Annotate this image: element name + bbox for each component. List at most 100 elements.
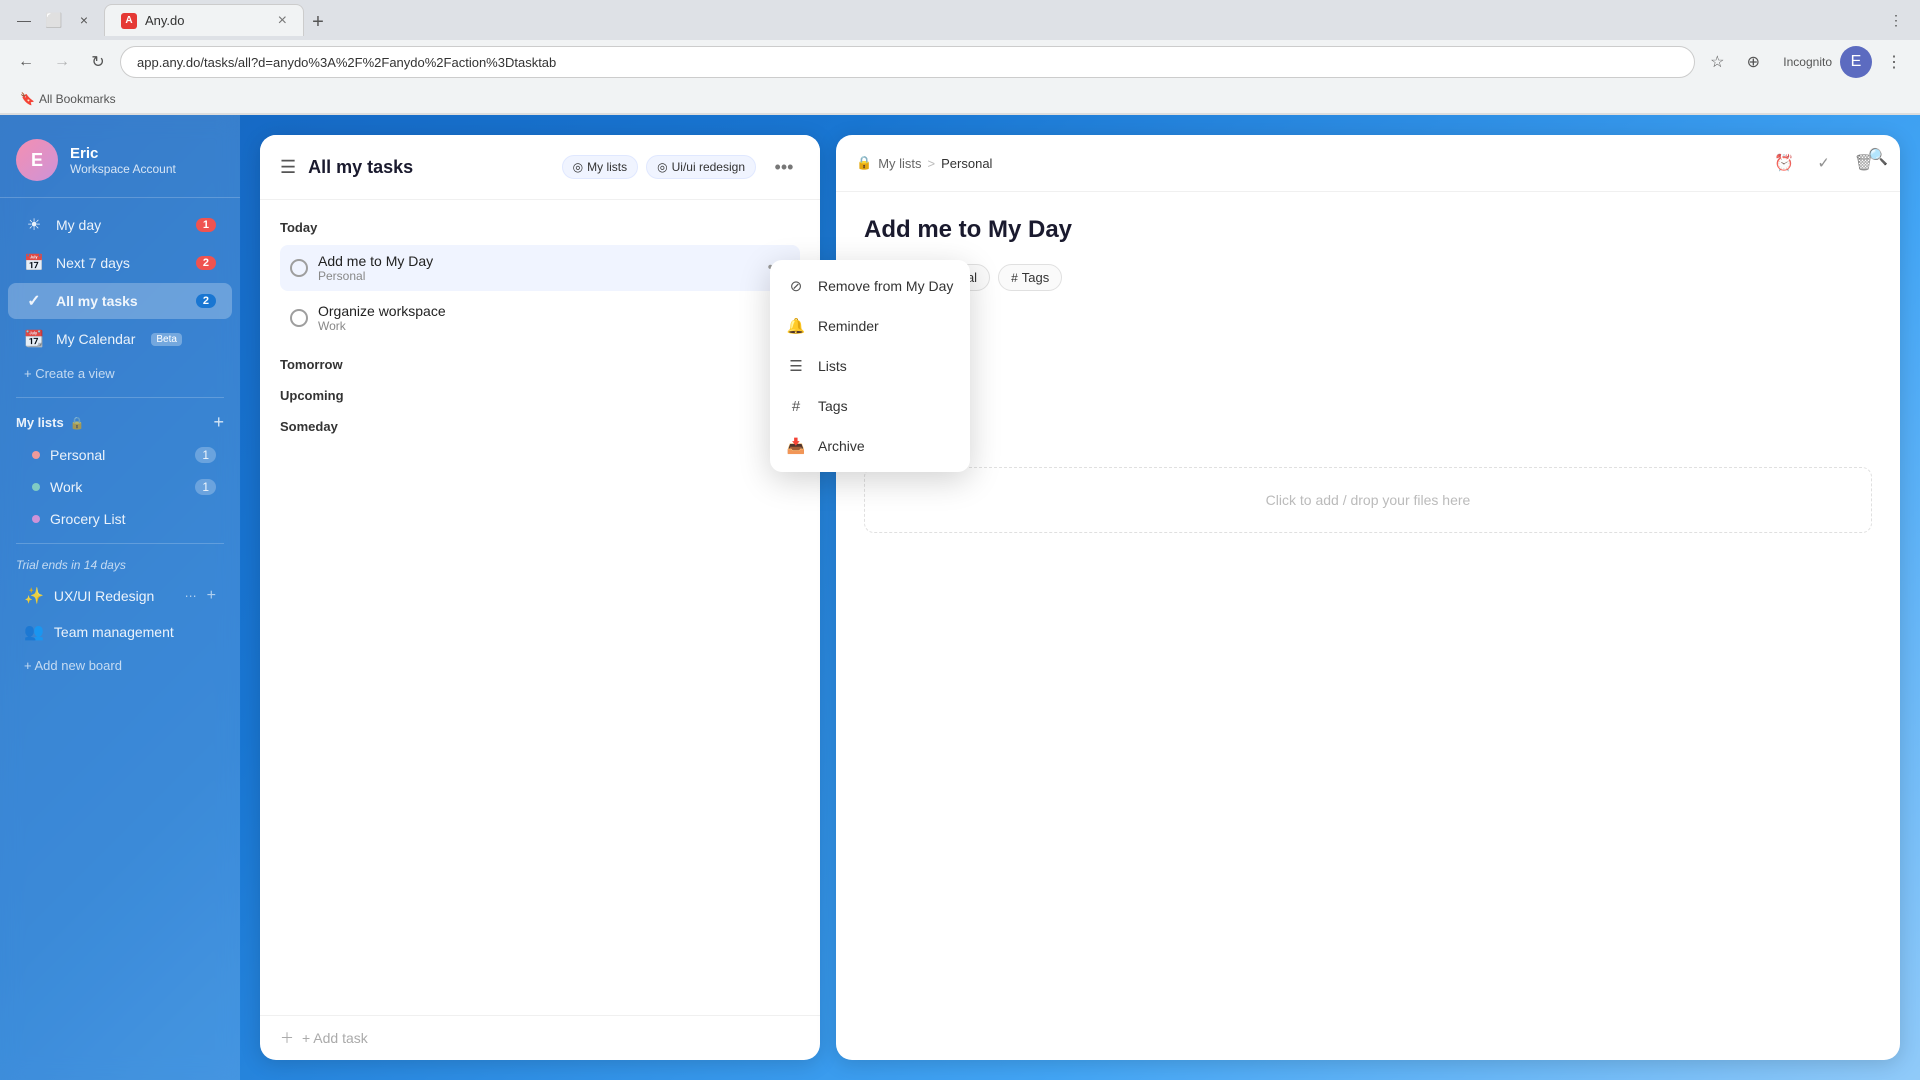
- bookmark-label: All Bookmarks: [39, 92, 116, 106]
- app-container: E Eric Workspace Account ☀ My day 1 📅 Ne…: [0, 115, 1920, 1080]
- add-list-button[interactable]: +: [213, 412, 224, 433]
- back-button[interactable]: ←: [12, 48, 40, 76]
- topbar-right: ↺ ⊞ 🔍: [1768, 139, 1896, 175]
- address-bar-row: ← → ↻ app.any.do/tasks/all?d=anydo%3A%2F…: [0, 40, 1920, 84]
- trial-notice: Trial ends in 14 days: [0, 552, 240, 578]
- ctx-archive[interactable]: 📥 Archive: [770, 426, 970, 466]
- filter-tags: ◎ My lists ◎ Ui/ui redesign: [562, 155, 756, 179]
- refresh-button[interactable]: ↻: [84, 48, 112, 76]
- ctx-remove-day[interactable]: ⊘ Remove from My Day: [770, 266, 970, 306]
- task-row-organize[interactable]: Organize workspace Work ⋮: [280, 295, 800, 341]
- profile-button[interactable]: E: [1840, 46, 1872, 78]
- sidebar-item-next-7-days[interactable]: 📅 Next 7 days 2: [8, 245, 232, 281]
- tags-icon: #: [786, 396, 806, 416]
- attachments-drop-zone[interactable]: Click to add / drop your files here: [864, 467, 1872, 533]
- task-name-2: Organize workspace: [318, 303, 752, 319]
- bookmark-star-button[interactable]: ☆: [1703, 48, 1731, 76]
- ctx-reminder[interactable]: 🔔 Reminder: [770, 306, 970, 346]
- tab-bar: A Any.do × +: [104, 4, 1876, 36]
- list-item-work[interactable]: Work 1: [8, 472, 232, 502]
- browser-titlebar: — ⬜ × A Any.do × + ⋮: [0, 0, 1920, 40]
- calendar-label: My Calendar: [56, 331, 135, 347]
- sidebar-item-my-calendar[interactable]: 📆 My Calendar Beta: [8, 321, 232, 357]
- sidebar-item-my-day[interactable]: ☀ My day 1: [8, 207, 232, 243]
- panel-more-button[interactable]: •••: [768, 151, 800, 183]
- add-board[interactable]: + Add new board: [8, 652, 232, 679]
- bookmark-icon: 🔖: [20, 92, 35, 106]
- panel-title: All my tasks: [308, 157, 550, 178]
- filter-my-lists-icon: ◎: [573, 160, 583, 174]
- board-item-ux-ui[interactable]: ✨ UX/UI Redesign ⋯ +: [8, 579, 232, 613]
- user-workspace: Workspace Account: [70, 162, 176, 176]
- next-7-icon: 📅: [24, 253, 44, 273]
- add-task-label: + Add task: [302, 1030, 368, 1046]
- filter-ui-icon: ◎: [657, 160, 667, 174]
- next-7-badge: 2: [196, 256, 216, 270]
- refresh-button[interactable]: ↺: [1768, 139, 1804, 175]
- sidebar-item-all-my-tasks[interactable]: ✓ All my tasks 2: [8, 283, 232, 319]
- section-title-tomorrow: Tomorrow: [280, 357, 800, 372]
- filter-my-lists-label: My lists: [587, 160, 627, 174]
- list-item-personal[interactable]: Personal 1: [8, 440, 232, 470]
- create-view-label: + Create a view: [24, 366, 115, 381]
- ctx-lists-label: Lists: [818, 358, 847, 374]
- filter-ui-redesign[interactable]: ◎ Ui/ui redesign: [646, 155, 756, 179]
- task-checkbox-2[interactable]: [290, 309, 308, 327]
- extension-button[interactable]: ⊕: [1739, 48, 1767, 76]
- detail-panel: 🔒 My lists > Personal ⏰ ✓ 🗑 Add me to My…: [836, 135, 1900, 1060]
- board-item-team[interactable]: 👥 Team management: [8, 615, 232, 649]
- maximize-button[interactable]: ⬜: [42, 8, 66, 32]
- sidebar-divider: [16, 397, 224, 398]
- detail-tag-tags[interactable]: # Tags: [998, 264, 1062, 291]
- task-row-add-me[interactable]: Add me to My Day Personal •••: [280, 245, 800, 291]
- forward-button[interactable]: →: [48, 48, 76, 76]
- search-button[interactable]: 🔍: [1860, 139, 1896, 175]
- ctx-tags[interactable]: # Tags: [770, 386, 970, 426]
- task-name-1: Add me to My Day: [318, 253, 752, 269]
- detail-suggest-row: ✨ Suggest: [864, 343, 1872, 373]
- detail-task-title: Add me to My Day: [864, 216, 1872, 244]
- layout-button[interactable]: ⊞: [1814, 139, 1850, 175]
- minimize-button[interactable]: —: [12, 8, 36, 32]
- my-lists-header: My lists 🔒 +: [0, 406, 240, 439]
- task-content-1: Add me to My Day Personal: [318, 253, 752, 283]
- bookmark-all-bookmarks[interactable]: 🔖 All Bookmarks: [12, 90, 124, 108]
- user-name: Eric: [70, 145, 176, 162]
- breadcrumb: 🔒 My lists > Personal: [856, 155, 992, 171]
- avatar: E: [16, 139, 58, 181]
- ux-ui-emoji: ✨: [24, 586, 44, 606]
- active-tab[interactable]: A Any.do ×: [104, 4, 304, 36]
- team-label: Team management: [54, 624, 174, 640]
- list-item-grocery[interactable]: Grocery List: [8, 504, 232, 534]
- task-checkbox-1[interactable]: [290, 259, 308, 277]
- address-bar[interactable]: app.any.do/tasks/all?d=anydo%3A%2F%2Fany…: [120, 46, 1695, 78]
- subtask-add[interactable]: + Add a subtask: [864, 387, 1872, 415]
- work-label: Work: [50, 479, 82, 495]
- work-dot: [32, 483, 40, 491]
- ctx-lists[interactable]: ☰ Lists: [770, 346, 970, 386]
- all-tasks-badge: 2: [196, 294, 216, 308]
- my-day-icon: ☀: [24, 215, 44, 235]
- ctx-tags-label: Tags: [818, 398, 848, 414]
- add-board-inline-button[interactable]: +: [207, 587, 216, 605]
- filter-my-lists[interactable]: ◎ My lists: [562, 155, 638, 179]
- url-text: app.any.do/tasks/all?d=anydo%3A%2F%2Fany…: [137, 55, 556, 70]
- my-day-badge: 1: [196, 218, 216, 232]
- beta-badge: Beta: [151, 333, 182, 346]
- tab-close-icon[interactable]: ×: [278, 12, 287, 30]
- user-profile[interactable]: E Eric Workspace Account: [0, 131, 240, 198]
- calendar-icon: 📆: [24, 329, 44, 349]
- personal-label: Personal: [50, 447, 105, 463]
- close-button[interactable]: ×: [72, 8, 96, 32]
- browser-menu-button[interactable]: ⋮: [1884, 8, 1908, 32]
- browser-settings-button[interactable]: ⋮: [1880, 48, 1908, 76]
- add-task-bar[interactable]: ＋ + Add task: [260, 1015, 820, 1060]
- my-lists-label: My lists: [16, 415, 64, 430]
- bookmarks-bar: 🔖 All Bookmarks: [0, 84, 1920, 114]
- create-view[interactable]: + Create a view: [8, 360, 232, 387]
- browser-controls: — ⬜ ×: [12, 8, 96, 32]
- new-tab-button[interactable]: +: [304, 8, 332, 36]
- personal-count: 1: [195, 447, 216, 463]
- task-panel: ☰ All my tasks ◎ My lists ◎ Ui/ui redesi…: [260, 135, 820, 1060]
- task-meta-2: Work: [318, 319, 752, 333]
